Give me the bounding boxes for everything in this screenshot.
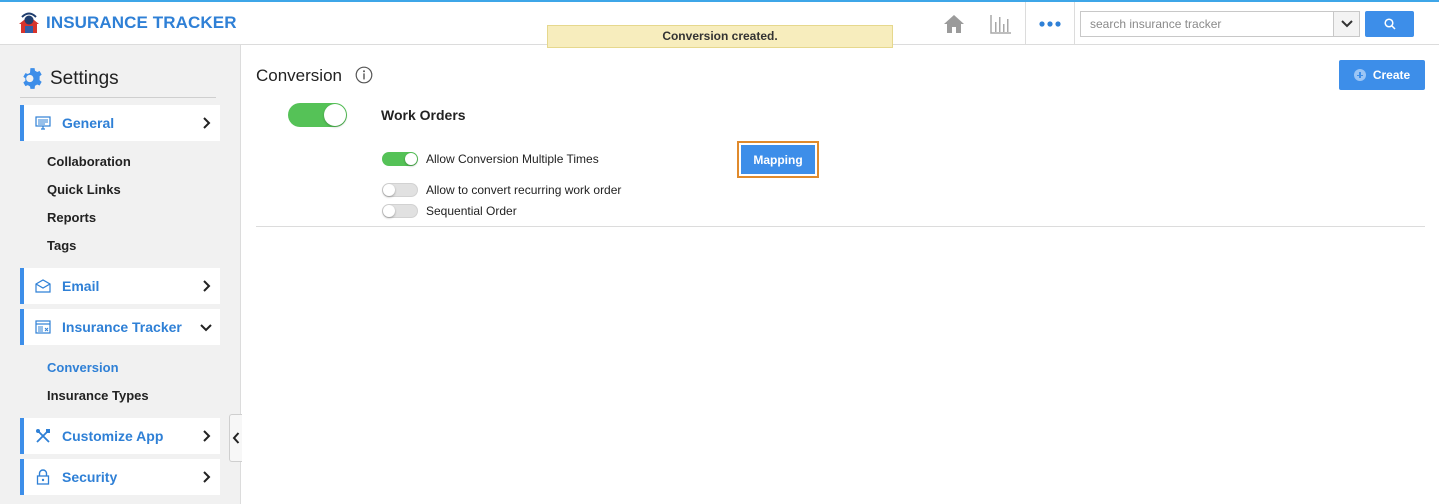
create-button[interactable]: Create [1339,60,1425,90]
chevron-left-icon [232,432,240,444]
search-box [1080,11,1360,37]
sequential-order-toggle[interactable] [382,204,418,218]
mapping-button[interactable]: Mapping [737,141,819,178]
chevron-down-icon [1340,20,1353,28]
brand[interactable]: INSURANCE TRACKER [16,11,237,35]
sidebar-item-insurance-tracker[interactable]: Insurance Tracker [20,309,220,345]
search-button[interactable] [1365,11,1414,37]
recurring-work-order-toggle[interactable] [382,183,418,197]
option-label: Sequential Order [426,204,517,218]
envelope-icon [35,278,51,294]
sidebar-item-email[interactable]: Email [20,268,220,304]
settings-title: Settings [50,67,119,89]
mapping-button-label: Mapping [741,145,815,174]
chevron-right-icon [203,471,211,483]
sidebar-subitem-quick-links[interactable]: Quick Links [47,182,121,197]
sidebar-item-label: Email [62,278,100,294]
success-toast: Conversion created. [547,25,893,48]
home-button[interactable] [932,2,976,45]
chart-icon [990,14,1011,34]
search-scope-dropdown[interactable] [1333,12,1359,36]
sidebar-subitem-insurance-types[interactable]: Insurance Types [47,388,149,403]
app-title: INSURANCE TRACKER [46,13,237,32]
chevron-down-icon [200,324,212,332]
allow-multiple-conversion-toggle[interactable] [382,152,418,166]
sidebar-subitem-collaboration[interactable]: Collaboration [47,154,131,169]
page-title: Conversion [256,66,342,85]
reports-button[interactable] [979,2,1023,45]
more-dots-icon [1039,20,1061,27]
create-button-label: Create [1372,68,1411,82]
sidebar-subitem-reports[interactable]: Reports [47,210,96,225]
tools-icon [35,428,51,444]
sidebar-item-security[interactable]: Security [20,459,220,495]
more-apps-button[interactable] [1025,2,1075,45]
sidebar-item-customize-app[interactable]: Customize App [20,418,220,454]
sidebar-subitem-conversion[interactable]: Conversion [47,360,119,375]
chevron-right-icon [203,430,211,442]
work-orders-toggle[interactable] [288,103,347,127]
toggle-knob [324,104,346,126]
section-divider [256,226,1425,227]
lock-icon [35,469,51,485]
sidebar-subitem-tags[interactable]: Tags [47,238,76,253]
plus-circle-icon [1353,69,1366,81]
chevron-right-icon [203,280,211,292]
settings-header: Settings [20,66,119,91]
chevron-right-icon [203,117,211,129]
gear-icon [23,68,42,89]
sidebar-item-general[interactable]: General [20,105,220,141]
option-label: Allow Conversion Multiple Times [426,152,599,166]
option-label: Allow to convert recurring work order [426,183,622,197]
toggle-knob [383,205,395,217]
window-icon [35,319,51,335]
sidebar-item-label: General [62,115,115,131]
sidebar-item-label: Security [62,469,118,485]
toggle-knob [405,153,417,165]
settings-sidebar: Settings General Collaboration Quick Lin… [0,45,242,504]
home-icon [944,14,964,33]
main-content: Conversion Create Work Orders Allow Conv… [241,45,1439,504]
search-input[interactable] [1081,12,1333,36]
toggle-knob [383,184,395,196]
monitor-icon [35,115,51,131]
divider [20,97,216,98]
app-logo-icon [19,12,39,33]
sidebar-item-label: Insurance Tracker [62,319,182,335]
search-icon [1383,18,1396,30]
info-icon[interactable] [355,66,373,84]
sidebar-item-label: Customize App [62,428,164,444]
section-title: Work Orders [381,107,466,123]
